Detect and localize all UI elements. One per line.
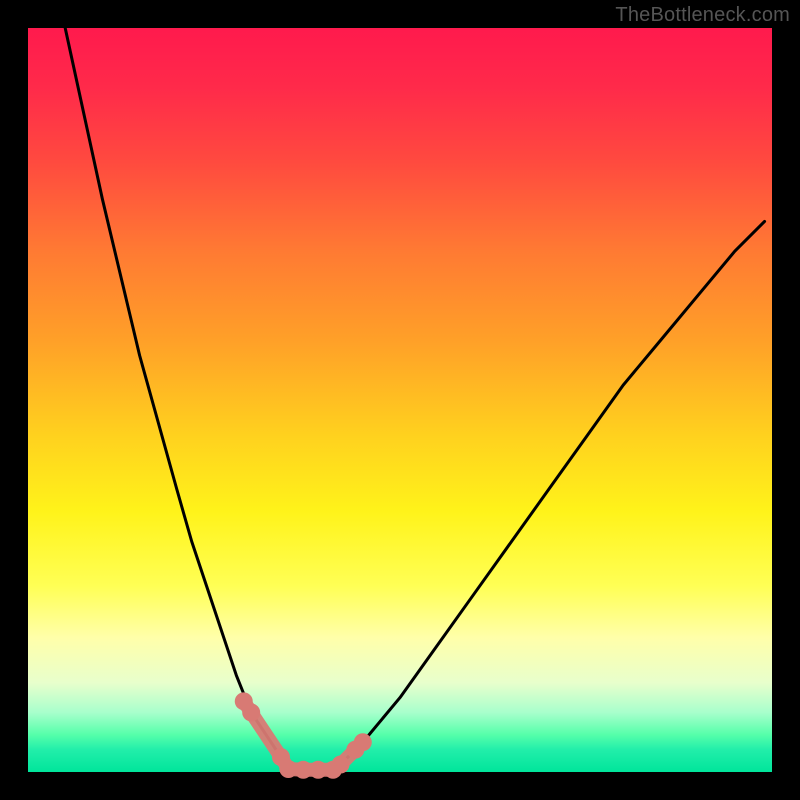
watermark-text: TheBottleneck.com (615, 4, 790, 27)
curve-layer (28, 28, 772, 772)
left-curve (65, 28, 288, 772)
plot-area (28, 28, 772, 772)
highlight-markers (235, 692, 372, 778)
right-curve (333, 221, 765, 772)
chart-frame: TheBottleneck.com (0, 0, 800, 800)
